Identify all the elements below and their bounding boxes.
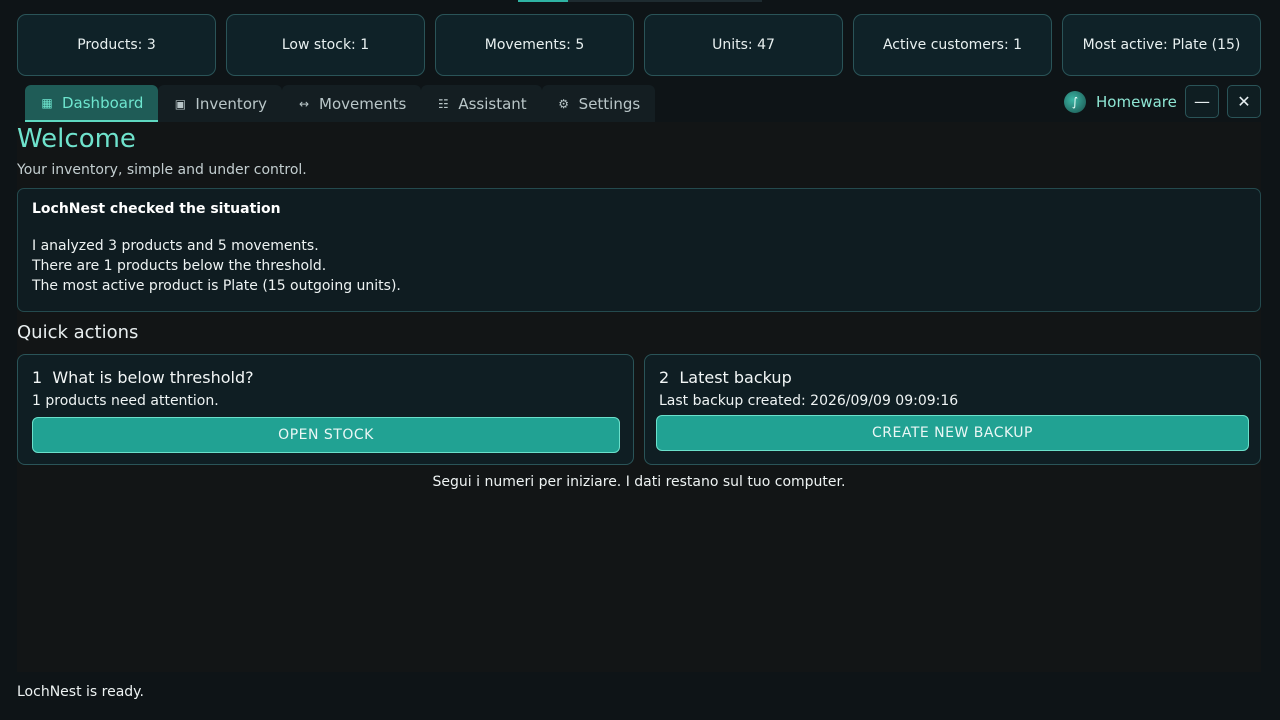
minimize-button[interactable]: — — [1185, 85, 1219, 118]
stat-active-customers: Active customers: 1 — [853, 14, 1052, 76]
status-bar: LochNest is ready. — [17, 684, 144, 700]
tab-movements[interactable]: ↔ Movements — [282, 85, 422, 122]
dashboard-panel: Welcome Your inventory, simple and under… — [17, 122, 1261, 672]
list-icon: ☷ — [437, 96, 449, 111]
page-title: Welcome — [17, 124, 136, 154]
minimize-icon: — — [1194, 92, 1210, 111]
card-number: 2 — [659, 368, 670, 387]
arrows-icon: ↔ — [299, 96, 310, 111]
quick-action-card-backup: 2 Latest backup Last backup created: 202… — [644, 354, 1261, 465]
stats-bar: Products: 3 Low stock: 1 Movements: 5 Un… — [17, 14, 1261, 76]
brand-name: Homeware — [1096, 93, 1177, 111]
page-subtitle: Your inventory, simple and under control… — [17, 162, 307, 178]
summary-line: The most active product is Plate (15 out… — [32, 278, 401, 294]
card-number: 1 — [32, 368, 43, 387]
stat-products: Products: 3 — [17, 14, 216, 76]
open-stock-button[interactable]: OPEN STOCK — [32, 417, 620, 453]
summary-line: There are 1 products below the threshold… — [32, 258, 327, 274]
top-progress-line — [518, 0, 762, 2]
quick-actions-title: Quick actions — [17, 322, 139, 343]
card-description: 1 products need attention. — [32, 393, 219, 409]
tab-settings[interactable]: ⚙ Settings — [541, 85, 656, 122]
stat-low-stock: Low stock: 1 — [226, 14, 425, 76]
gear-icon: ⚙ — [558, 96, 570, 111]
card-title: What is below threshold? — [52, 368, 254, 387]
tab-inventory[interactable]: ▣ Inventory — [158, 85, 283, 122]
summary-title: LochNest checked the situation — [32, 201, 281, 217]
brand: ∫ Homeware — [1064, 87, 1177, 117]
tab-assistant[interactable]: ☷ Assistant — [421, 85, 542, 122]
card-title: Latest backup — [679, 368, 792, 387]
close-button[interactable]: ✕ — [1227, 85, 1261, 118]
stat-units: Units: 47 — [644, 14, 843, 76]
tab-dashboard[interactable]: ▦ Dashboard — [25, 85, 159, 122]
tab-bar: ▦ Dashboard ▣ Inventory ↔ Movements ☷ As… — [25, 85, 656, 122]
assistant-summary: LochNest checked the situation I analyze… — [17, 188, 1261, 312]
quick-action-card-threshold: 1 What is below threshold? 1 products ne… — [17, 354, 634, 465]
close-icon: ✕ — [1237, 92, 1251, 111]
lochnest-logo-icon: ∫ — [1064, 91, 1086, 113]
stat-most-active: Most active: Plate (15) — [1062, 14, 1261, 76]
hint-text: Segui i numeri per iniziare. I dati rest… — [432, 474, 846, 490]
summary-line: I analyzed 3 products and 5 movements. — [32, 238, 319, 254]
grid-icon: ▦ — [41, 95, 53, 110]
card-description: Last backup created: 2026/09/09 09:09:16 — [659, 393, 959, 409]
box-icon: ▣ — [174, 96, 187, 111]
stat-movements: Movements: 5 — [435, 14, 634, 76]
create-backup-button[interactable]: CREATE NEW BACKUP — [656, 415, 1249, 451]
